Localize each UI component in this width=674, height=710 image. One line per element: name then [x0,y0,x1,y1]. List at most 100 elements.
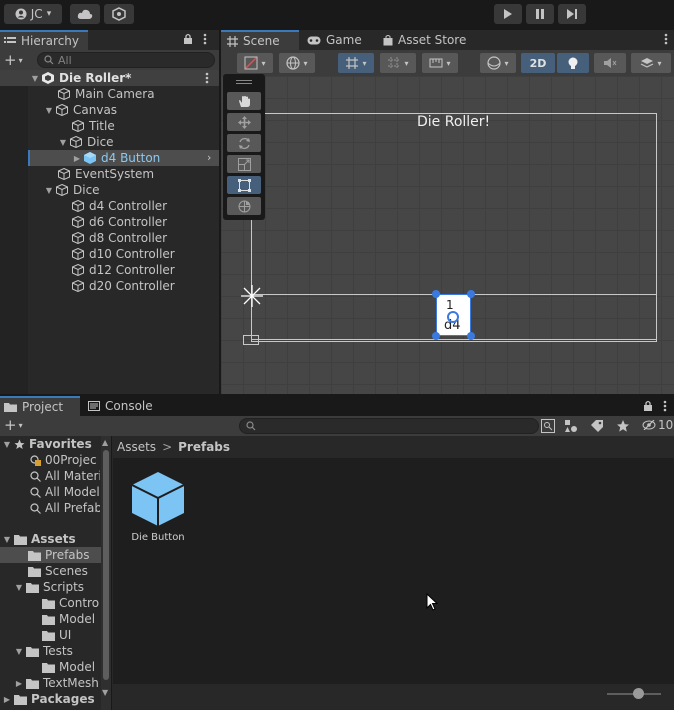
folder-item[interactable]: Contro [42,595,100,611]
pause-button[interactable] [526,4,554,24]
hierarchy-item[interactable]: ▼ Dice [58,134,114,150]
lock-icon[interactable] [183,33,193,45]
account-dropdown[interactable]: JC ▾ [4,4,62,24]
grid-snap-dropdown[interactable]: ▾ [338,53,374,73]
project-add-button[interactable]: + ▾ [4,416,23,434]
rotate-tool-button[interactable] [227,134,261,152]
snap-increment-dropdown[interactable]: ▾ [380,53,416,73]
tab-console[interactable]: Console [82,396,156,416]
tab-scene[interactable]: Scene [221,30,299,50]
hierarchy-item[interactable]: ▼ Canvas [44,102,117,118]
folder-item[interactable]: Scenes [28,563,88,579]
asset-grid[interactable]: Die Button [113,458,674,684]
hierarchy-item[interactable]: d12 Controller [72,262,175,278]
pivot-gizmo-icon[interactable] [240,284,264,308]
folder-item[interactable]: Model [42,659,100,675]
lock-icon[interactable] [643,400,653,412]
resize-handle[interactable] [432,290,440,298]
tab-project[interactable]: Project [0,396,80,416]
expand-arrow-icon[interactable]: ▶ [2,694,12,704]
scene-root-item[interactable]: ▼ Die Roller* [30,70,132,86]
kebab-menu-icon[interactable] [664,33,668,45]
breadcrumb-current[interactable]: Prefabs [178,440,230,454]
audio-toggle[interactable] [594,53,626,73]
expand-arrow-icon[interactable]: ▼ [30,73,40,83]
move-tool-button[interactable] [227,113,261,131]
filter-by-type-icon[interactable] [564,419,578,433]
effects-dropdown[interactable]: ▾ [631,53,671,73]
assets-header[interactable]: ▼ Assets [2,531,76,547]
favorite-item[interactable]: 00Projec [30,452,100,468]
zoom-slider-thumb[interactable] [633,688,644,699]
resize-handle[interactable] [432,332,440,340]
folder-item[interactable]: ▶ TextMesh [14,675,100,691]
hierarchy-item[interactable]: d6 Controller [72,214,167,230]
scrollbar-thumb[interactable] [103,450,109,680]
hidden-packages-toggle[interactable]: 10 [642,418,673,432]
cloud-button[interactable] [70,4,100,24]
folder-item[interactable]: ▼ Scripts [14,579,84,595]
hierarchy-item[interactable]: d4 Controller [72,198,167,214]
collab-button[interactable] [104,4,134,24]
tab-hierarchy[interactable]: Hierarchy [0,30,88,50]
hierarchy-item[interactable]: ▼ Dice [44,182,100,198]
hand-tool-button[interactable] [227,92,261,110]
breadcrumb-root[interactable]: Assets [117,440,156,454]
hierarchy-item-selected[interactable]: ▶ d4 Button [72,150,160,166]
expand-arrow-icon[interactable]: ▼ [2,534,12,544]
draw-mode-dropdown[interactable]: ▾ [237,53,273,73]
scroll-down-icon[interactable]: ▼ [102,688,108,697]
hierarchy-item[interactable]: d20 Controller [72,278,175,294]
packages-header[interactable]: ▶ Packages [2,691,95,707]
asset-item[interactable]: Die Button [127,470,189,543]
scene-menu-icon[interactable] [205,72,209,84]
pivot-circle-icon[interactable] [446,310,460,324]
expand-arrow-icon[interactable]: ▼ [44,185,54,195]
folder-item-selected[interactable]: Prefabs [28,547,90,563]
expand-arrow-icon[interactable]: ▶ [14,678,24,688]
kebab-menu-icon[interactable] [663,400,667,412]
resize-handle[interactable] [467,290,475,298]
hierarchy-add-button[interactable]: + ▾ [4,51,23,69]
expand-arrow-icon[interactable]: ▼ [44,105,54,115]
project-search-input[interactable] [239,418,539,434]
scroll-up-icon[interactable]: ▲ [102,438,108,447]
favorite-item[interactable]: All Materi [30,468,100,484]
ruler-dropdown[interactable]: ▾ [422,53,458,73]
hierarchy-item[interactable]: Main Camera [58,86,155,102]
expand-arrow-icon[interactable]: ▶ [72,153,82,163]
shading-mode-dropdown[interactable]: ▾ [480,53,516,73]
lighting-toggle[interactable] [557,53,589,73]
kebab-menu-icon[interactable] [203,33,207,45]
toggle-2d-button[interactable]: 2D [521,53,555,73]
chevron-right-icon[interactable]: › [207,151,211,164]
label-tag-icon[interactable] [590,419,604,433]
hierarchy-item[interactable]: Title [72,118,115,134]
step-button[interactable] [558,4,586,24]
anchor-handle[interactable] [243,335,259,345]
scale-tool-button[interactable] [227,155,261,173]
search-scope-icon[interactable] [541,419,555,433]
hierarchy-search-input[interactable]: All [37,52,215,68]
expand-arrow-icon[interactable]: ▼ [2,439,12,449]
global-dropdown[interactable]: ▾ [279,53,315,73]
expand-arrow-icon[interactable]: ▼ [58,137,68,147]
hierarchy-item[interactable]: d8 Controller [72,230,167,246]
folder-item[interactable]: Model [42,611,100,627]
transform-tool-button[interactable] [227,197,261,215]
hierarchy-item[interactable]: d10 Controller [72,246,175,262]
tab-asset-store[interactable]: Asset Store [377,30,473,50]
play-button[interactable] [494,4,522,24]
drag-handle-icon[interactable] [236,80,252,84]
rect-tool-button[interactable] [227,176,261,194]
expand-arrow-icon[interactable]: ▼ [14,582,24,592]
favorites-header[interactable]: ▼ Favorites [2,436,92,452]
tab-game[interactable]: Game [301,30,367,50]
favorite-item[interactable]: All Model [30,484,100,500]
folder-item[interactable]: ▼ Tests [14,643,73,659]
favorite-star-icon[interactable] [616,419,630,433]
resize-handle[interactable] [467,332,475,340]
hierarchy-item[interactable]: EventSystem [58,166,154,182]
folder-item[interactable]: UI [42,627,100,643]
favorite-item[interactable]: All Prefab [30,500,100,516]
